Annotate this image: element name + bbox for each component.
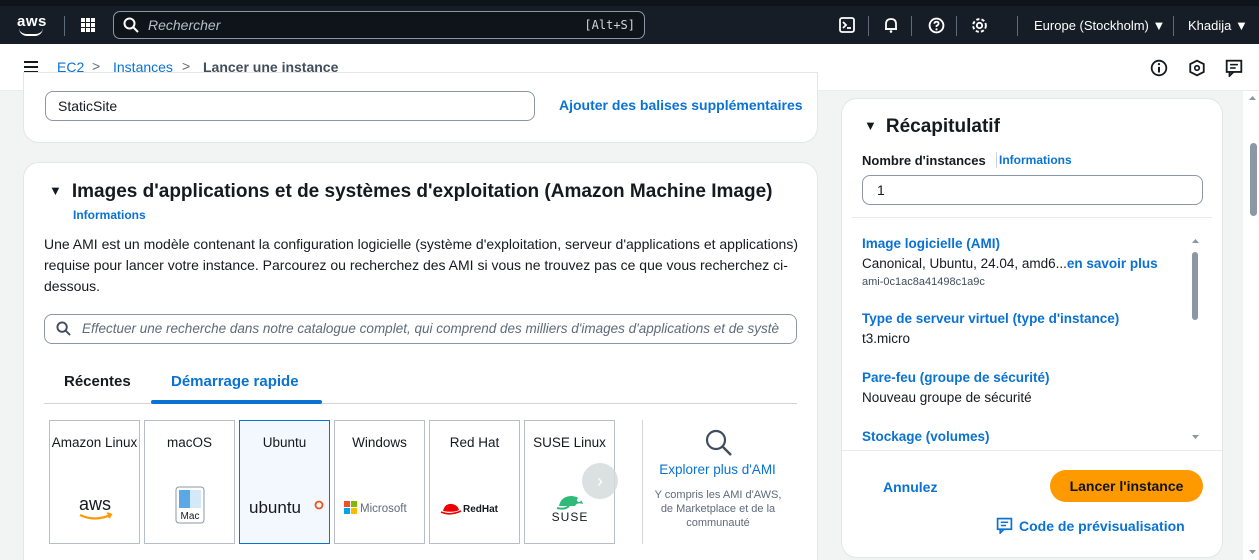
- tags-panel: StaticSite Ajouter des balises supplémen…: [23, 72, 818, 143]
- summary-instance-type-value: t3.micro: [862, 331, 911, 346]
- global-nav: aws Rechercher [Alt+S] Europe (Stockholm…: [0, 6, 1259, 44]
- chevron-right-icon: ›: [597, 470, 603, 491]
- microsoft-logo-icon: Microsoft: [335, 493, 424, 523]
- os-card-amazon-linux[interactable]: Amazon Linux aws: [49, 420, 140, 544]
- os-card-macos[interactable]: macOS Mac: [144, 420, 235, 544]
- explore-more-subtext: Y compris les AMI d'AWS, de Marketplace …: [654, 489, 782, 529]
- svg-text:Microsoft: Microsoft: [360, 503, 407, 515]
- summary-firewall-link[interactable]: Pare-feu (groupe de sécurité): [862, 370, 1050, 385]
- ami-search-placeholder: Effectuer une recherche dans notre catal…: [82, 321, 780, 336]
- ami-section-header[interactable]: ▼ Images d'applications et de systèmes d'…: [49, 181, 772, 203]
- feedback-icon[interactable]: [1225, 59, 1243, 79]
- region-selector[interactable]: Europe (Stockholm) ▼: [1034, 18, 1165, 33]
- os-card-red-hat[interactable]: Red Hat RedHat: [429, 420, 520, 544]
- search-icon: [705, 429, 732, 456]
- code-preview-icon: [996, 517, 1013, 535]
- info-circle-icon[interactable]: [1150, 59, 1168, 77]
- search-icon: [56, 321, 71, 336]
- summary-ami-link[interactable]: Image logicielle (AMI): [862, 236, 1000, 251]
- ubuntu-logo-icon: ubuntu: [240, 493, 329, 523]
- help-icon[interactable]: [926, 15, 946, 35]
- carousel-next-button[interactable]: ›: [582, 463, 618, 499]
- explore-more-label[interactable]: Explorer plus d'AMI: [643, 462, 792, 477]
- shield-notification-icon[interactable]: [1188, 59, 1206, 77]
- caret-down-icon: ▼: [864, 118, 877, 133]
- tab-quick-start[interactable]: Démarrage rapide: [171, 373, 299, 390]
- active-tab-indicator: [151, 400, 322, 404]
- instance-count-input[interactable]: 1: [862, 175, 1203, 205]
- cloudshell-icon[interactable]: [837, 15, 857, 35]
- aws-logo[interactable]: aws: [17, 11, 47, 39]
- summary-header[interactable]: ▼ Récapitulatif: [864, 116, 1000, 138]
- add-tags-link[interactable]: Ajouter des balises supplémentaires: [559, 97, 803, 113]
- summary-firewall-value: Nouveau groupe de sécurité: [862, 390, 1032, 405]
- search-shortcut: [Alt+S]: [584, 18, 635, 32]
- red-hat-logo-icon: RedHat: [430, 493, 519, 523]
- aws-logo-icon: aws: [50, 493, 139, 523]
- summary-ami-value: Canonical, Ubuntu, 24.04, amd6...en savo…: [862, 256, 1158, 271]
- explore-more-amis[interactable]: Explorer plus d'AMI Y compris les AMI d'…: [642, 420, 792, 544]
- name-tag-input[interactable]: StaticSite: [45, 91, 535, 121]
- launch-instance-button[interactable]: Lancer l'instance: [1050, 470, 1203, 502]
- ami-info-link[interactable]: Informations: [73, 208, 146, 222]
- svg-text:Mac: Mac: [180, 511, 199, 522]
- global-search-input[interactable]: Rechercher [Alt+S]: [113, 11, 645, 39]
- instance-count-label: Nombre d'instances: [862, 153, 986, 168]
- caret-down-icon: ▼: [49, 183, 62, 198]
- nav-divider: [64, 16, 65, 36]
- svg-text:ubuntu: ubuntu: [249, 498, 301, 517]
- search-icon: [123, 17, 139, 33]
- cancel-button[interactable]: Annulez: [883, 479, 937, 495]
- account-menu[interactable]: Khadija ▼: [1188, 18, 1248, 33]
- settings-gear-icon[interactable]: [969, 15, 989, 35]
- os-card-ubuntu[interactable]: Ubuntu ubuntu: [239, 420, 330, 544]
- summary-scroll-thumb[interactable]: [1192, 252, 1198, 320]
- search-placeholder: Rechercher: [148, 17, 221, 33]
- summary-divider: [852, 217, 1212, 218]
- ami-description: Une AMI est un modèle contenant la confi…: [44, 236, 798, 294]
- svg-text:SUSE: SUSE: [551, 510, 588, 524]
- summary-ami-id: ami-0c1ac8a41498c1a9c: [862, 276, 985, 288]
- page-scroll-thumb[interactable]: [1250, 143, 1257, 216]
- summary-instance-type-link[interactable]: Type de serveur virtuel (type d'instance…: [862, 311, 1119, 326]
- instance-count-info-link[interactable]: Informations: [999, 153, 1072, 167]
- learn-more-link[interactable]: en savoir plus: [1067, 256, 1158, 271]
- svg-text:aws: aws: [78, 494, 110, 514]
- ami-search-input[interactable]: Effectuer une recherche dans notre catal…: [44, 314, 797, 344]
- summary-storage-link[interactable]: Stockage (volumes): [862, 429, 990, 444]
- bell-icon[interactable]: [881, 15, 901, 35]
- services-grid-icon[interactable]: [81, 18, 95, 32]
- tab-recent[interactable]: Récentes: [64, 373, 131, 390]
- preview-code-button[interactable]: Code de prévisualisation: [996, 517, 1185, 535]
- svg-text:RedHat: RedHat: [463, 504, 499, 515]
- mac-finder-icon: Mac: [145, 485, 234, 525]
- os-card-windows[interactable]: Windows Microsoft: [334, 420, 425, 544]
